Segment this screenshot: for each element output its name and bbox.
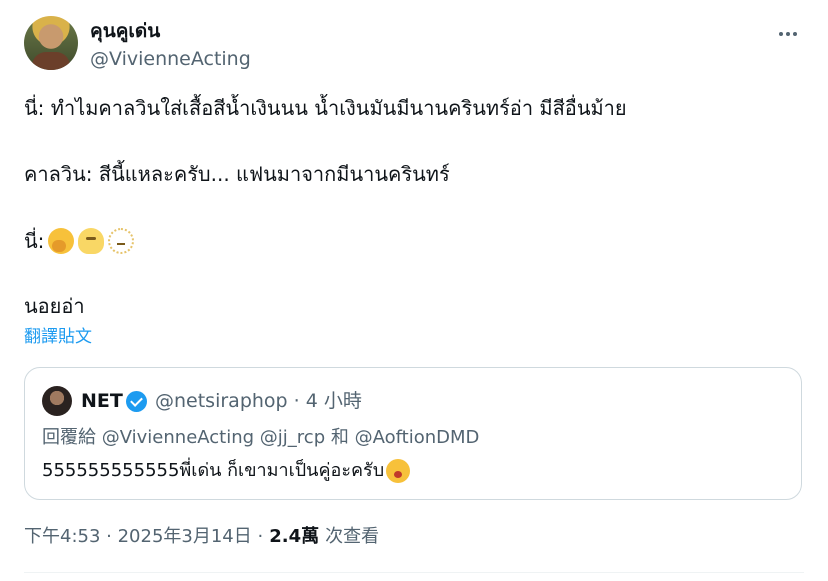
tweet-text-line-1: นี่: ทำไมคาลวินใส่เสื้อสีน้ำเงินนน น้ำเง… [24,96,627,120]
reply-mention-1[interactable]: @VivienneActing [102,427,254,448]
tweet-text-line-4: นอยอ่า [24,294,85,318]
reply-mention-3[interactable]: @AoftionDMD [355,427,480,448]
quoted-author-name[interactable]: NET [81,388,123,414]
tweet-text-line-3-label: นี่: [24,229,45,253]
reply-and: 和 [330,427,349,448]
reply-prefix: 回覆給 [42,427,96,448]
translate-post-link[interactable]: 翻譯貼文 [24,326,92,348]
reply-mention-2[interactable]: @jj_rcp [260,427,325,448]
quoted-reply-context: 回覆給 @VivienneActing @jj_rcp 和 @AoftionDM… [42,426,479,450]
views-count: 2.4萬 [269,526,320,547]
more-icon[interactable] [774,20,802,48]
tweet-text-line-2: คาลวิน: สีนี้แหละครับ... แฟนมาจากมีนานคร… [24,162,450,186]
avatar-shirt [32,52,70,70]
tweet-header: คุนคูเด่น @VivienneActing [24,16,808,72]
views-label: 次查看 [325,526,380,547]
author-avatar[interactable] [24,16,78,70]
quoted-tweet-text: 555555555555พี่เด่น ก็เขามาเป็นคู่อะครับ [42,458,411,484]
quoted-tweet-text-content: 555555555555พี่เด่น ก็เขามาเป็นคู่อะครับ [42,460,385,481]
melting-face-emoji-icon [78,228,105,254]
dotted-line-face-emoji-icon [108,228,135,254]
divider [24,572,804,573]
tweet-footer: 下午4:53 · 2025年3月14日 · 2.4萬 次查看 [24,524,379,550]
quoted-author-avatar[interactable] [42,386,72,416]
tweet-text-line-3: นี่: [24,227,804,255]
quoted-author-meta: @netsiraphop · 4 小時 [155,390,362,412]
verified-badge-icon [126,391,147,412]
author-handle[interactable]: @VivienneActing [90,46,251,72]
author-display-name[interactable]: คุนคูเด่น [90,18,160,44]
hand-over-mouth-emoji-icon [48,228,75,254]
tweet-timestamp[interactable]: 下午4:53 · 2025年3月14日 · [24,524,263,550]
flushed-face-emoji-icon [386,459,411,483]
quoted-tweet-card[interactable]: NET @netsiraphop · 4 小時 回覆給 @VivienneAct… [24,367,802,500]
